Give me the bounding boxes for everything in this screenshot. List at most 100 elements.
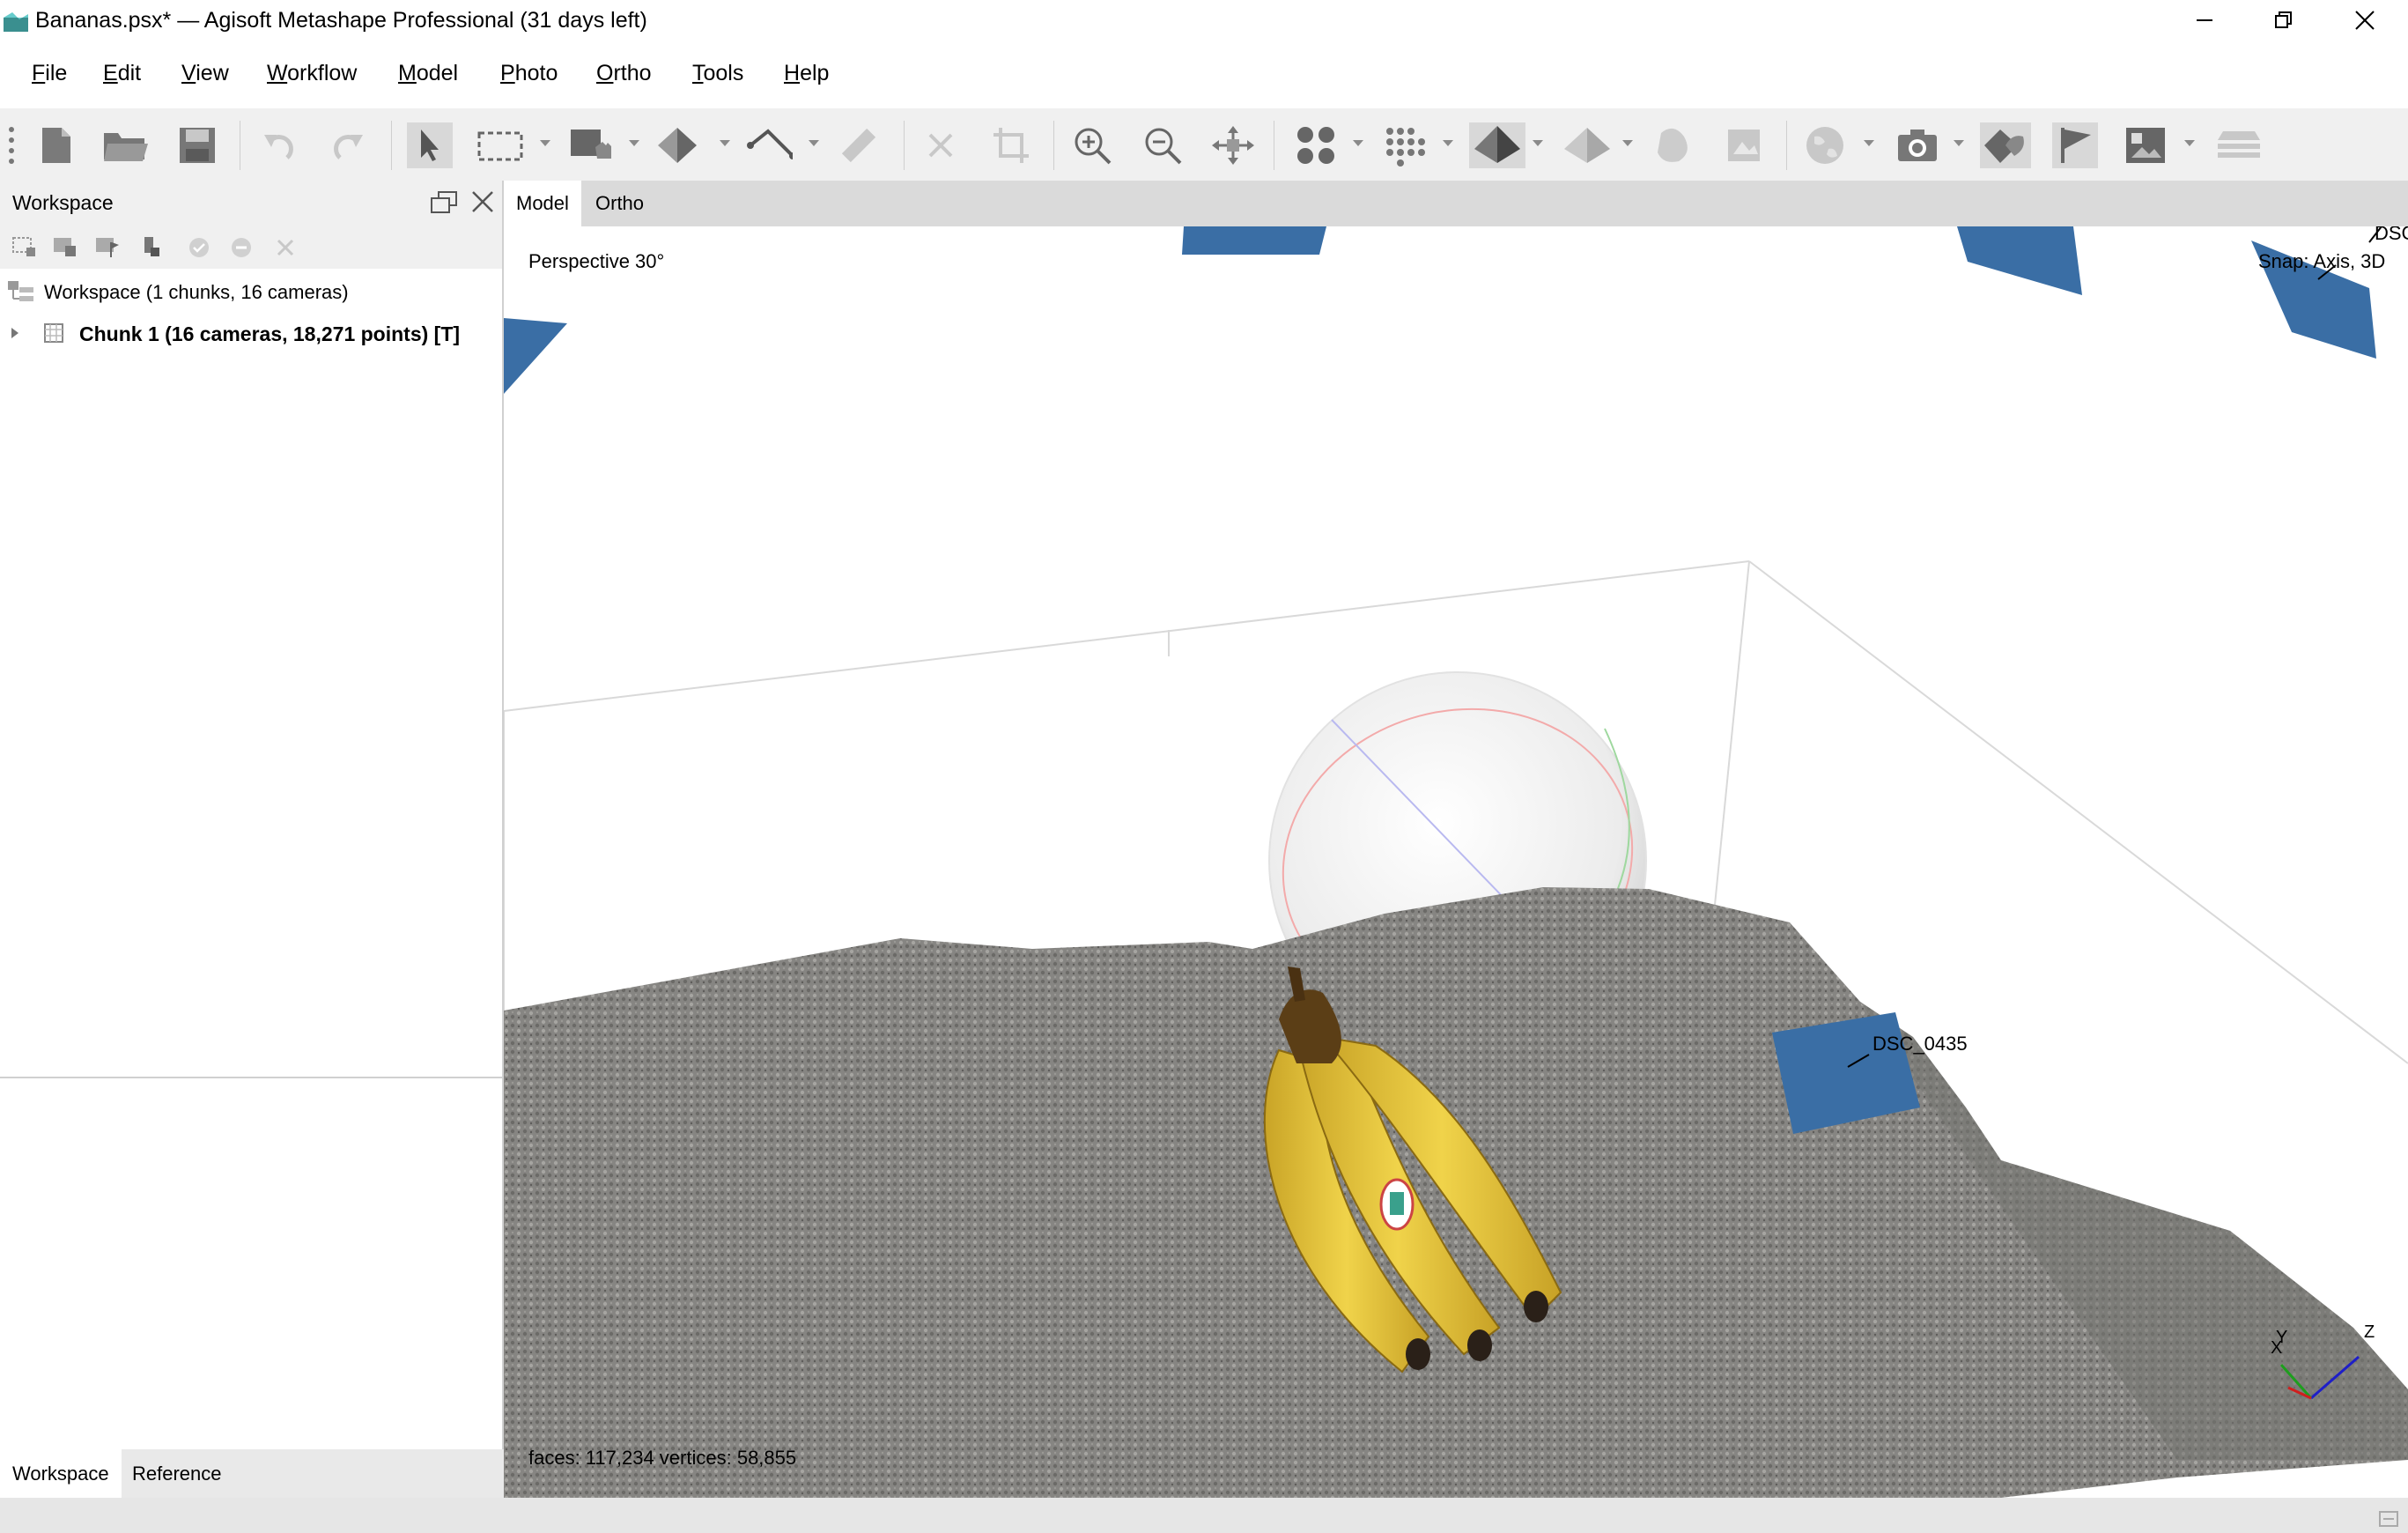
- menu-view[interactable]: View: [181, 61, 229, 86]
- enable-icon[interactable]: [188, 237, 210, 258]
- layers-icon: [2218, 131, 2260, 158]
- menu-edit[interactable]: Edit: [103, 61, 141, 86]
- disable-icon[interactable]: [231, 237, 252, 258]
- menu-photo[interactable]: Photo: [500, 61, 558, 86]
- workspace-toolbar: [0, 225, 502, 269]
- camera-plane: [1182, 226, 1326, 255]
- restore-icon: [2275, 11, 2292, 28]
- remove-item-icon[interactable]: [275, 237, 296, 258]
- tab-workspace[interactable]: Workspace: [0, 1449, 122, 1498]
- add-marker-icon[interactable]: [95, 235, 120, 258]
- dropdown-arrow-icon[interactable]: [1443, 140, 1453, 146]
- tree-item-label: Chunk 1 (16 cameras, 18,271 points) [T]: [79, 322, 461, 345]
- dropdown-arrow-icon[interactable]: [1533, 140, 1543, 146]
- dropdown-arrow-icon[interactable]: [1954, 140, 1964, 146]
- orthomosaic-button[interactable]: [1721, 122, 1767, 168]
- point-cloud-icon: [1297, 127, 1334, 164]
- undock-panel-icon[interactable]: [430, 189, 460, 216]
- delete-selection-button[interactable]: [918, 122, 964, 168]
- show-flags-button[interactable]: [2052, 122, 2098, 168]
- tab-reference[interactable]: Reference: [120, 1449, 234, 1498]
- show-markers-button[interactable]: [1980, 122, 2031, 168]
- menu-help[interactable]: Help: [784, 61, 829, 86]
- dropdown-arrow-icon[interactable]: [540, 140, 550, 146]
- title-bar: Bananas.psx* — Agisoft Metashape Profess…: [0, 0, 2408, 40]
- menu-tools[interactable]: Tools: [692, 61, 743, 86]
- solid-model-button[interactable]: [1561, 122, 1614, 168]
- dropdown-arrow-icon[interactable]: [809, 140, 819, 146]
- menu-file[interactable]: File: [32, 61, 67, 86]
- dropdown-arrow-icon[interactable]: [629, 140, 639, 146]
- minimize-button[interactable]: [2165, 0, 2244, 40]
- model-viewport[interactable]: Perspective 30° Snap: Axis, 3D DSC DSC_0…: [504, 226, 2408, 1498]
- zoom-out-button[interactable]: [1140, 122, 1186, 168]
- save-button[interactable]: [174, 122, 220, 168]
- redo-icon: [334, 135, 363, 159]
- crop-selection-button[interactable]: [988, 122, 1034, 168]
- toolbar-separator: [391, 121, 392, 170]
- cameras-button[interactable]: [1892, 122, 1943, 168]
- crop-icon: [993, 128, 1029, 163]
- workspace-detail-area: [0, 1077, 502, 1455]
- ruler-icon: [841, 128, 876, 163]
- undo-icon: [264, 135, 293, 159]
- add-photos-icon[interactable]: [53, 235, 78, 258]
- globe-button[interactable]: [1802, 122, 1848, 168]
- new-document-button[interactable]: [33, 122, 79, 168]
- dropdown-arrow-icon[interactable]: [1622, 140, 1633, 146]
- menu-bar: File Edit View Workflow Model Photo Orth…: [0, 40, 2408, 108]
- restore-button[interactable]: [2244, 0, 2323, 40]
- open-folder-icon: [104, 133, 148, 161]
- camera-icon: [1898, 130, 1937, 161]
- reset-view-button[interactable]: [1210, 122, 1256, 168]
- tree-item-chunk[interactable]: Chunk 1 (16 cameras, 18,271 points) [T]: [0, 313, 480, 353]
- rotate-object-button[interactable]: [656, 122, 702, 168]
- dropdown-arrow-icon[interactable]: [720, 140, 730, 146]
- axis-label-z: Z: [2364, 1322, 2375, 1342]
- add-chunk-icon[interactable]: [12, 235, 37, 258]
- main-toolbar: [0, 108, 2408, 181]
- redo-button[interactable]: [326, 122, 372, 168]
- toolbar-separator: [904, 121, 905, 170]
- menu-ortho[interactable]: Ortho: [596, 61, 652, 86]
- orthomosaic-icon: [1728, 130, 1760, 161]
- ruler-button[interactable]: [837, 122, 883, 168]
- shaded-model-button[interactable]: [1469, 122, 1525, 168]
- snap-label: Snap: Axis, 3D: [2258, 250, 2386, 272]
- menu-model[interactable]: Model: [398, 61, 458, 86]
- tab-model[interactable]: Model: [504, 181, 581, 226]
- camera-label: DSC_0435: [1872, 1033, 1968, 1055]
- solid-model-icon: [1564, 128, 1610, 163]
- open-button[interactable]: [102, 122, 148, 168]
- resize-grip-icon[interactable]: [2378, 1508, 2401, 1529]
- toolbar-grip-icon: [9, 127, 14, 164]
- rotate-object-icon: [658, 128, 697, 163]
- dropdown-arrow-icon[interactable]: [1864, 140, 1874, 146]
- dense-cloud-button[interactable]: [1381, 122, 1427, 168]
- axis-label-y: Y: [2276, 1328, 2288, 1347]
- zoom-in-button[interactable]: [1069, 122, 1115, 168]
- expand-chevron-icon[interactable]: [11, 327, 19, 339]
- scene-3d: [504, 226, 2408, 1498]
- app-logo-icon: [4, 12, 28, 32]
- dropdown-arrow-icon[interactable]: [1353, 140, 1363, 146]
- new-document-icon: [42, 128, 70, 163]
- rectangle-selection-icon: [477, 131, 523, 161]
- show-markers-icon: [1984, 130, 2024, 163]
- menu-workflow[interactable]: Workflow: [267, 61, 357, 86]
- tree-item-workspace[interactable]: Workspace (1 chunks, 16 cameras): [0, 271, 480, 312]
- layers-button[interactable]: [2212, 122, 2265, 168]
- undo-button[interactable]: [255, 122, 301, 168]
- point-cloud-button[interactable]: [1293, 122, 1339, 168]
- draw-polygon-button[interactable]: [568, 122, 614, 168]
- close-panel-icon[interactable]: [470, 189, 495, 214]
- add-scale-bar-icon[interactable]: [139, 235, 160, 258]
- close-window-button[interactable]: [2325, 0, 2404, 40]
- rectangle-selection-button[interactable]: [477, 122, 523, 168]
- show-images-button[interactable]: [2123, 122, 2168, 168]
- navigation-tool-button[interactable]: [407, 122, 453, 168]
- texture-mask-button[interactable]: [1651, 122, 1696, 168]
- dropdown-arrow-icon[interactable]: [2184, 140, 2195, 146]
- draw-polyline-button[interactable]: [747, 122, 793, 168]
- tab-ortho[interactable]: Ortho: [583, 181, 656, 226]
